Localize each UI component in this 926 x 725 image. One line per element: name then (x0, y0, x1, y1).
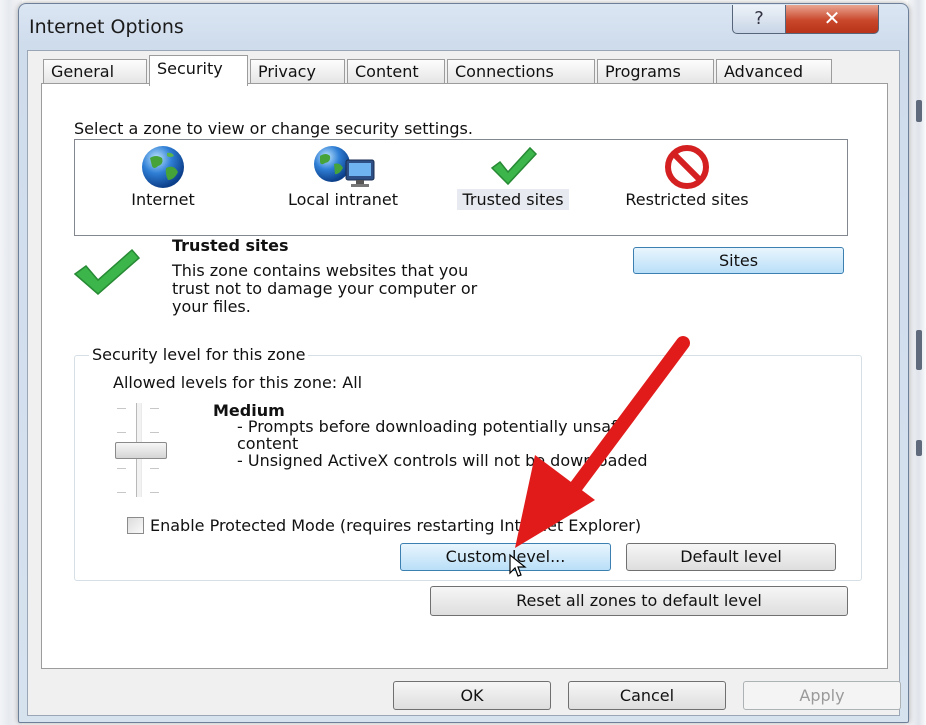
description-line: your files. (172, 297, 251, 316)
zone-label: Internet (131, 190, 195, 209)
zone-internet[interactable]: Internet (83, 140, 243, 235)
tab-general[interactable]: General (43, 59, 147, 83)
tab-connections[interactable]: Connections (447, 59, 595, 83)
background-mark (916, 440, 922, 456)
slider-tick (150, 408, 159, 409)
checkmark-icon (490, 146, 538, 186)
close-icon: ✕ (823, 6, 841, 30)
protected-mode-option[interactable]: Enable Protected Mode (requires restarti… (127, 516, 641, 535)
security-level-description: - Prompts before downloading potentially… (237, 418, 797, 469)
zone-trusted-sites[interactable]: Trusted sites (433, 140, 593, 235)
security-tab-panel: Select a zone to view or change security… (41, 83, 888, 669)
background-right-edge (908, 0, 926, 725)
help-icon: ? (754, 8, 764, 29)
internet-options-dialog: Internet Options ? ✕ General Security Pr… (18, 3, 909, 723)
selected-zone-description: This zone contains websites that you tru… (172, 262, 592, 316)
close-button[interactable]: ✕ (785, 5, 879, 34)
security-level-group-label: Security level for this zone (89, 345, 309, 364)
slider-tick (117, 468, 126, 469)
level-line: content (237, 434, 299, 453)
slider-thumb[interactable] (115, 442, 167, 459)
background-mark (916, 100, 922, 122)
trusted-sites-checkmark-icon (73, 248, 141, 295)
slider-tick (117, 432, 126, 433)
description-line: This zone contains websites that you (172, 261, 469, 280)
help-button[interactable]: ? (732, 5, 786, 34)
protected-mode-checkbox[interactable] (127, 517, 144, 534)
mouse-cursor-icon (509, 553, 527, 577)
tab-programs[interactable]: Programs (597, 59, 714, 83)
background-mark (916, 330, 922, 370)
sites-button[interactable]: Sites (633, 247, 844, 274)
zone-label: Restricted sites (625, 190, 749, 209)
protected-mode-label: Enable Protected Mode (requires restarti… (150, 516, 642, 535)
slider-tick (150, 492, 159, 493)
slider-tick (117, 408, 126, 409)
zone-label: Local intranet (287, 190, 399, 209)
slider-tick (150, 432, 159, 433)
tab-content[interactable]: Content (347, 59, 445, 83)
default-level-button[interactable]: Default level (626, 543, 836, 571)
security-level-group: Security level for this zone Allowed lev… (74, 345, 862, 581)
window-title: Internet Options (29, 16, 184, 38)
no-entry-icon (665, 145, 709, 189)
custom-level-button[interactable]: Custom level... (400, 543, 611, 571)
tab-advanced[interactable]: Advanced (716, 59, 832, 83)
tab-security[interactable]: Security (149, 55, 248, 86)
zone-local-intranet[interactable]: Local intranet (253, 140, 433, 235)
ok-button[interactable]: OK (393, 681, 551, 710)
zone-list: Internet Local intranet Trusted sites Re… (74, 139, 848, 236)
zone-restricted-sites[interactable]: Restricted sites (597, 140, 777, 235)
tab-privacy[interactable]: Privacy (250, 59, 345, 83)
zone-label: Trusted sites (433, 189, 593, 210)
cancel-button[interactable]: Cancel (568, 681, 726, 710)
intranet-globe-icon (314, 146, 375, 187)
level-line: - Unsigned ActiveX controls will not be … (237, 451, 648, 470)
reset-all-zones-button[interactable]: Reset all zones to default level (430, 586, 848, 616)
apply-button[interactable]: Apply (743, 681, 901, 710)
globe-icon (142, 146, 184, 188)
level-line: - Prompts before downloading potentially… (237, 417, 627, 436)
dialog-client-area: General Security Privacy Content Connect… (27, 50, 901, 716)
description-line: trust not to damage your computer or (172, 279, 478, 298)
zone-prompt: Select a zone to view or change security… (74, 119, 473, 138)
allowed-levels-label: Allowed levels for this zone: All (113, 373, 363, 392)
selected-zone-title: Trusted sites (172, 236, 289, 255)
slider-tick (150, 468, 159, 469)
slider-tick (117, 492, 126, 493)
